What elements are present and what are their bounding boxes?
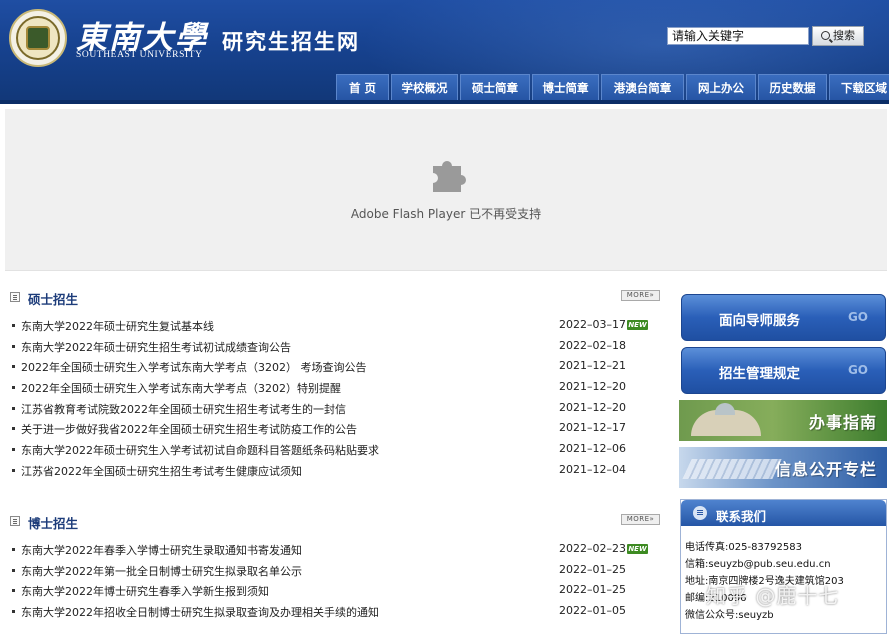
zhihu-watermark: 知乎 @鹿十七 — [706, 584, 840, 608]
nav-hkmt-guide[interactable]: 港澳台简章 — [601, 74, 684, 101]
doctor-section-title[interactable]: 博士招生 — [28, 513, 78, 532]
mentor-service-label: 面向导师服务 — [719, 313, 800, 329]
news-date: 2021–12–04 — [559, 462, 626, 476]
list-item[interactable]: 关于进一步做好我省2022年全国硕士研究生招生考试防疫工作的公告 2021–12–… — [12, 419, 652, 440]
go-label: GO — [847, 310, 868, 324]
news-date: 2021–12–20 — [559, 400, 626, 414]
news-title[interactable]: 东南大学2022年博士研究生春季入学新生报到须知 — [21, 583, 269, 599]
admission-rules-button[interactable]: 招生管理规定 GO — [681, 347, 886, 394]
nav-online-office[interactable]: 网上办公 — [686, 74, 756, 101]
news-date: 2022–01–05 — [559, 604, 626, 618]
search-button-label: 搜索 — [833, 29, 855, 42]
contact-panel: 联系我们 电话传真:025-83792583 信箱:seuyzb@pub.seu… — [680, 499, 887, 634]
news-date: 2022–01–25 — [559, 562, 626, 576]
news-title[interactable]: 东南大学2022年硕士研究生入学考试初试自命题科目答题纸条码粘贴要求 — [21, 442, 379, 458]
nav-home[interactable]: 首 页 — [336, 74, 389, 101]
list-item[interactable]: 2022年全国硕士研究生入学考试东南大学考点（3202） 考场查询公告 2021–… — [12, 357, 652, 378]
info-disclosure-banner[interactable]: 信息公开专栏 — [679, 447, 887, 488]
news-title[interactable]: 江苏省2022年全国硕士研究生招生考试考生健康应试须知 — [21, 463, 302, 479]
master-section-header: 硕士招生 MORE» — [10, 289, 670, 307]
news-title[interactable]: 2022年全国硕士研究生入学考试东南大学考点（3202） 考场查询公告 — [21, 359, 366, 375]
news-date: 2021–12–20 — [559, 380, 626, 394]
nav-about[interactable]: 学校概况 — [391, 74, 458, 101]
keyboard-image — [682, 459, 782, 479]
doctor-news-list: 东南大学2022年春季入学博士研究生录取通知书寄发通知 2022–02–23 NEW… — [12, 540, 652, 623]
new-badge: NEW — [627, 544, 648, 554]
search-icon — [821, 31, 830, 40]
go-label: GO — [847, 363, 868, 377]
site-header: 東南大學 SOUTHEAST UNIVERSITY 研究生招生网 请输入关键字 … — [0, 0, 889, 104]
main-nav: 首 页 学校概况 硕士简章 博士简章 港澳台简章 网上办公 历史数据 下载区域 — [336, 74, 889, 101]
university-emblem-icon[interactable] — [9, 9, 67, 67]
list-item[interactable]: 2022年全国硕士研究生入学考试东南大学考点（3202）特别提醒 2021–12–… — [12, 378, 652, 399]
list-item[interactable]: 东南大学2022年春季入学博士研究生录取通知书寄发通知 2022–02–23 NEW — [12, 540, 652, 561]
news-title[interactable]: 2022年全国硕士研究生入学考试东南大学考点（3202）特别提醒 — [21, 380, 341, 396]
list-icon — [693, 506, 707, 520]
news-title[interactable]: 东南大学2022年第一批全日制博士研究生拟录取名单公示 — [21, 563, 302, 579]
plugin-icon — [433, 160, 466, 192]
contact-phone: 电话传真:025-83792583 — [685, 542, 802, 553]
info-disclosure-label: 信息公开专栏 — [774, 460, 877, 479]
doctor-section-header: 博士招生 MORE» — [10, 513, 670, 531]
nav-history-data[interactable]: 历史数据 — [758, 74, 827, 101]
master-section-title[interactable]: 硕士招生 — [28, 289, 78, 308]
list-item[interactable]: 东南大学2022年硕士研究生入学考试初试自命题科目答题纸条码粘贴要求 2021–1… — [12, 440, 652, 461]
news-title[interactable]: 东南大学2022年春季入学博士研究生录取通知书寄发通知 — [21, 542, 302, 558]
nav-doctor-guide[interactable]: 博士简章 — [532, 74, 599, 101]
news-date: 2021–12–06 — [559, 442, 626, 456]
list-item[interactable]: 江苏省2022年全国硕士研究生招生考试考生健康应试须知 2021–12–04 — [12, 461, 652, 482]
flash-unsupported-message: Adobe Flash Player 已不再受支持 — [350, 207, 542, 221]
flash-placeholder: Adobe Flash Player 已不再受支持 — [5, 109, 887, 271]
search-button[interactable]: 搜索 — [812, 26, 864, 46]
list-item[interactable]: 东南大学2022年博士研究生春季入学新生报到须知 2022–01–25 — [12, 581, 652, 602]
list-item[interactable]: 东南大学2022年硕士研究生招生考试初试成绩查询公告 2022–02–18 — [12, 337, 652, 358]
news-date: 2022–02–18 — [559, 338, 626, 352]
search-input[interactable]: 请输入关键字 — [667, 27, 809, 45]
contact-email[interactable]: 信箱:seuyzb@pub.seu.edu.cn — [685, 555, 844, 572]
service-guide-banner[interactable]: 办事指南 — [679, 400, 887, 441]
building-image — [691, 403, 761, 436]
news-title[interactable]: 东南大学2022年硕士研究生招生考试初试成绩查询公告 — [21, 339, 291, 355]
doctor-more-button[interactable]: MORE» — [621, 514, 660, 525]
mentor-service-button[interactable]: 面向导师服务 GO — [681, 294, 886, 341]
list-item[interactable]: 东南大学2022年第一批全日制博士研究生拟录取名单公示 2022–01–25 — [12, 561, 652, 582]
list-item[interactable]: 东南大学2022年硕士研究生复试基本线 2022–03–17 NEW — [12, 316, 652, 337]
news-date: 2022–03–17 — [559, 318, 626, 331]
nav-master-guide[interactable]: 硕士简章 — [460, 74, 530, 101]
news-date: 2021–12–21 — [559, 359, 626, 373]
admission-rules-label: 招生管理规定 — [719, 366, 800, 382]
section-list-icon — [10, 292, 20, 302]
list-item[interactable]: 江苏省教育考试院致2022年全国硕士研究生招生考试考生的一封信 2021–12–2… — [12, 399, 652, 420]
site-title: 研究生招生网 — [222, 30, 360, 54]
list-item[interactable]: 东南大学2022年招收全日制博士研究生拟录取查询及办理相关手续的通知 2022–0… — [12, 602, 652, 623]
service-guide-label: 办事指南 — [808, 413, 877, 432]
news-title[interactable]: 江苏省教育考试院致2022年全国硕士研究生招生考试考生的一封信 — [21, 401, 346, 417]
contact-title: 联系我们 — [716, 509, 767, 524]
news-title[interactable]: 关于进一步做好我省2022年全国硕士研究生招生考试防疫工作的公告 — [21, 421, 357, 437]
news-title[interactable]: 东南大学2022年招收全日制博士研究生拟录取查询及办理相关手续的通知 — [21, 604, 379, 620]
master-more-button[interactable]: MORE» — [621, 290, 660, 301]
section-list-icon — [10, 516, 20, 526]
news-date: 2021–12–17 — [559, 421, 626, 435]
logo-english-name[interactable]: SOUTHEAST UNIVERSITY — [76, 50, 203, 60]
news-title[interactable]: 东南大学2022年硕士研究生复试基本线 — [21, 318, 214, 334]
contact-header: 联系我们 — [681, 500, 886, 526]
nav-downloads[interactable]: 下载区域 — [829, 74, 889, 101]
new-badge: NEW — [627, 320, 648, 330]
news-date: 2022–01–25 — [559, 583, 626, 597]
news-date: 2022–02–23 — [559, 542, 626, 555]
master-news-list: 东南大学2022年硕士研究生复试基本线 2022–03–17 NEW 东南大学202… — [12, 316, 652, 482]
